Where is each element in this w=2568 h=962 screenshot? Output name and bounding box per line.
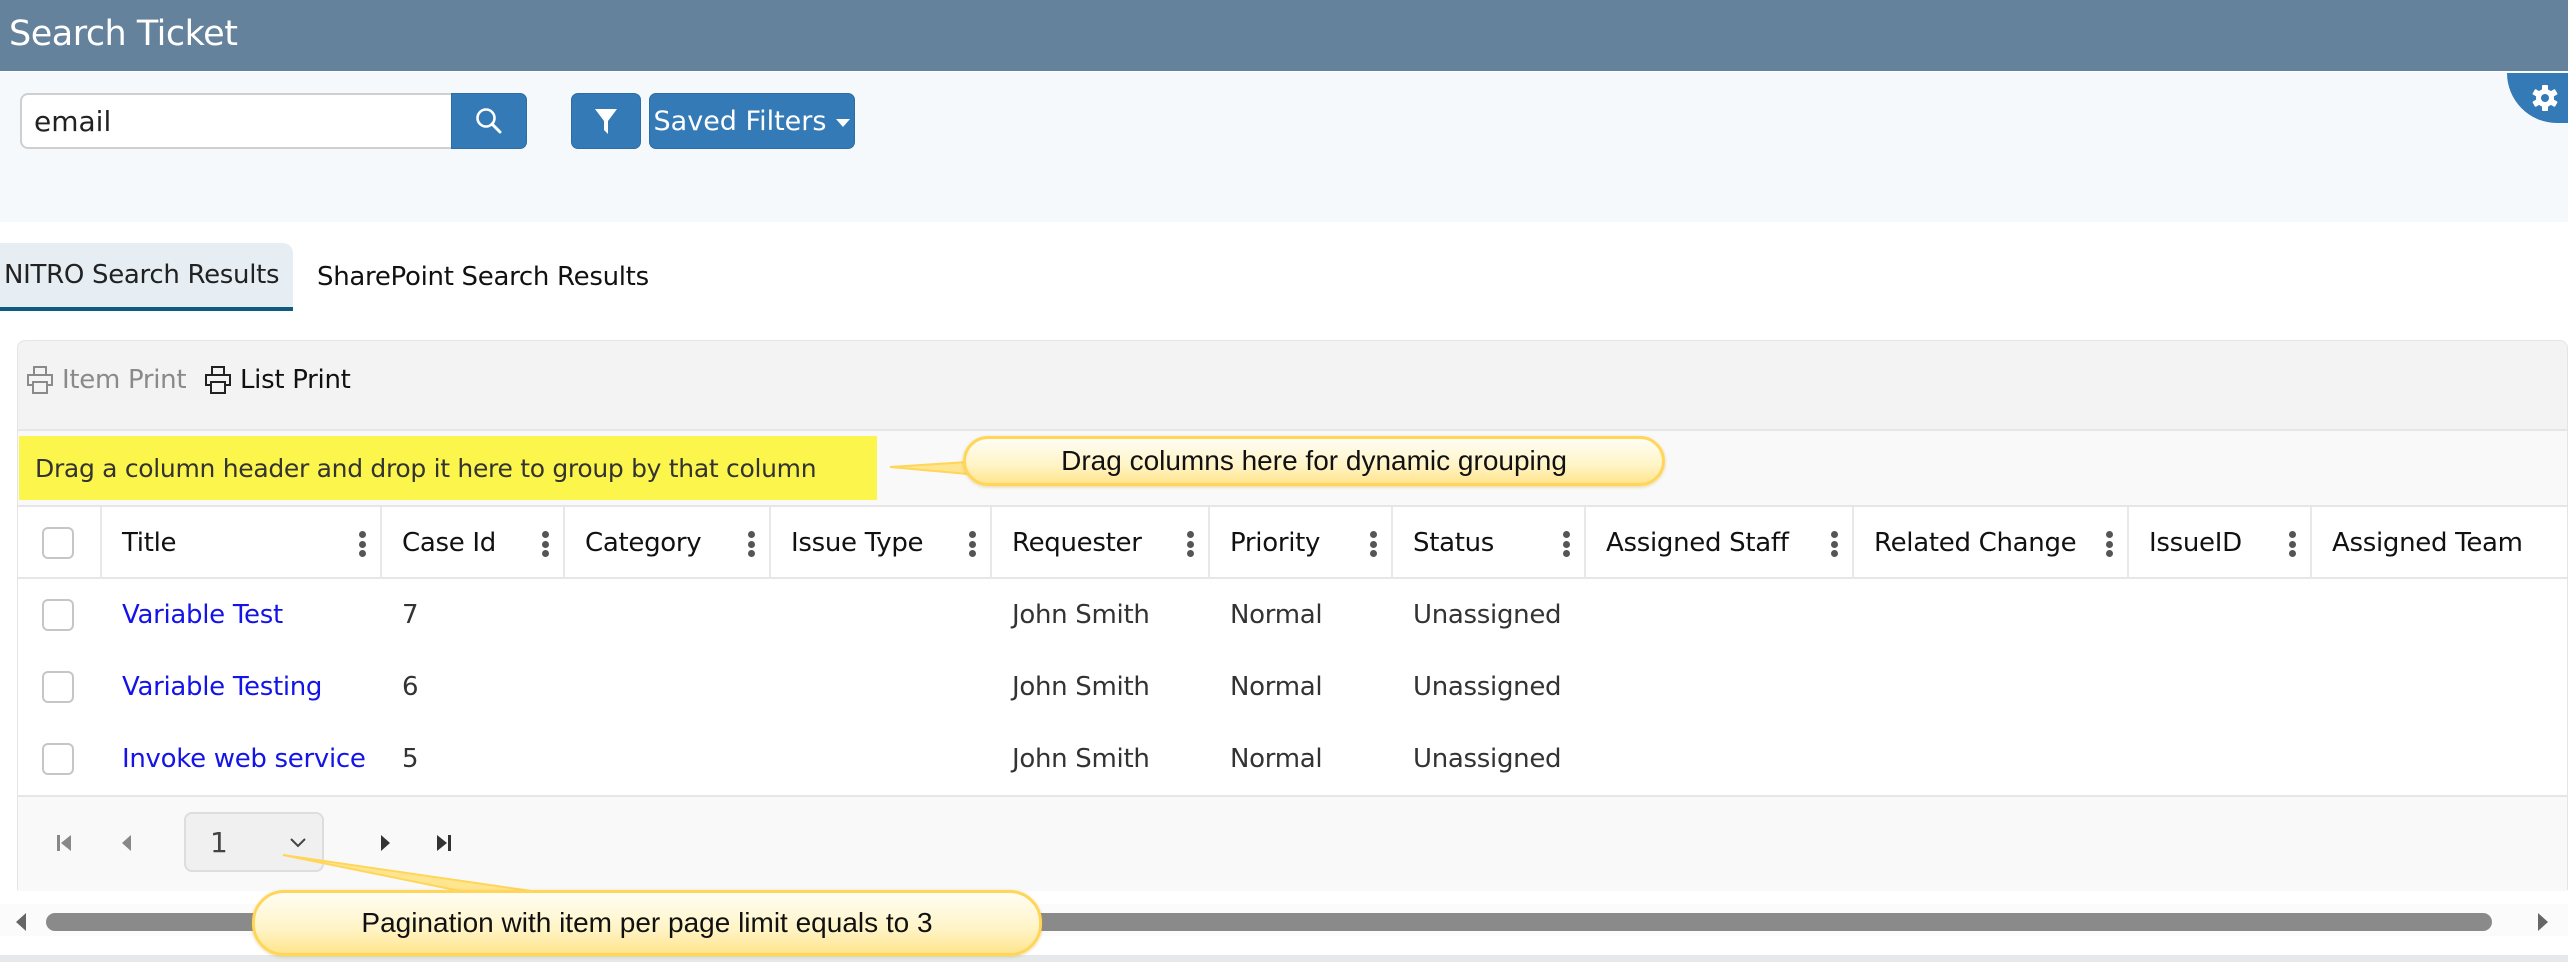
- column-header-title[interactable]: Title: [102, 507, 382, 579]
- cell-title: Variable Testing: [102, 651, 322, 723]
- cell-issue-type: [771, 651, 791, 723]
- item-print-button[interactable]: Item Print: [26, 365, 187, 395]
- column-header-category[interactable]: Category: [565, 507, 771, 579]
- search-panel: Saved Filters: [0, 72, 2568, 222]
- column-menu-icon[interactable]: [1830, 531, 1838, 557]
- cell-case-id: 6: [402, 672, 419, 702]
- cell-category: [565, 651, 585, 723]
- column-menu-icon[interactable]: [968, 531, 976, 557]
- grid-pager: 1: [18, 795, 2567, 891]
- search-icon: [476, 108, 502, 134]
- cell-requester: John Smith: [1012, 672, 1150, 702]
- column-header-related-change[interactable]: Related Change: [1854, 507, 2129, 579]
- printer-icon: [27, 366, 53, 394]
- cell-status: Unassigned: [1413, 744, 1562, 774]
- cell-case-id: 5: [402, 744, 419, 774]
- cell-case-id: 7: [402, 600, 419, 630]
- scroll-right-arrow-icon[interactable]: [2538, 913, 2548, 931]
- ticket-title-link[interactable]: Variable Testing: [122, 672, 322, 702]
- pagination-annotation-callout: Pagination with item per page limit equa…: [252, 890, 1042, 956]
- previous-page-icon: [122, 835, 131, 851]
- cell-priority: Normal: [1230, 600, 1323, 630]
- grid-header-row: Title Case Id Category Issue Type Reques…: [18, 505, 2567, 579]
- bottom-divider: [0, 955, 2568, 962]
- last-page-icon: [437, 835, 451, 851]
- next-page-button[interactable]: [376, 833, 396, 853]
- column-menu-icon[interactable]: [2288, 531, 2296, 557]
- column-header-assigned-staff[interactable]: Assigned Staff: [1586, 507, 1854, 579]
- cell-status: Unassigned: [1413, 600, 1562, 630]
- cell-requester: John Smith: [1012, 744, 1150, 774]
- tab-nitro-search-results[interactable]: NITRO Search Results: [0, 243, 293, 311]
- row-checkbox[interactable]: [42, 599, 74, 631]
- row-checkbox[interactable]: [42, 671, 74, 703]
- cell-title: Invoke web service: [102, 723, 366, 795]
- row-select-cell: [18, 723, 74, 795]
- column-header-priority[interactable]: Priority: [1210, 507, 1393, 579]
- chevron-down-icon: [290, 838, 306, 848]
- grid-toolbar: Item Print List Print: [18, 341, 2567, 429]
- row-select-cell: [18, 579, 74, 651]
- select-all-cell: [18, 507, 102, 579]
- item-print-label: Item Print: [62, 365, 187, 395]
- last-page-button[interactable]: [434, 833, 454, 853]
- column-header-issueid[interactable]: IssueID: [2129, 507, 2312, 579]
- row-checkbox[interactable]: [42, 743, 74, 775]
- column-header-status[interactable]: Status: [1393, 507, 1586, 579]
- column-menu-icon[interactable]: [1369, 531, 1377, 557]
- previous-page-button[interactable]: [116, 833, 136, 853]
- group-zone-hint: Drag a column header and drop it here to…: [19, 436, 877, 500]
- table-row[interactable]: Invoke web service 5 John Smith Normal U…: [18, 723, 2567, 795]
- caret-down-icon: [836, 118, 851, 127]
- next-page-icon: [381, 835, 390, 851]
- cell-status: Unassigned: [1413, 672, 1562, 702]
- saved-filters-dropdown[interactable]: Saved Filters: [649, 93, 855, 149]
- cell-requester: John Smith: [1012, 600, 1150, 630]
- column-header-assigned-team[interactable]: Assigned Team: [2312, 507, 2568, 579]
- row-select-cell: [18, 651, 74, 723]
- column-header-requester[interactable]: Requester: [992, 507, 1210, 579]
- search-button[interactable]: [451, 93, 527, 149]
- first-page-button[interactable]: [54, 833, 74, 853]
- printer-icon: [205, 366, 231, 394]
- table-row[interactable]: Variable Test 7 John Smith Normal Unassi…: [18, 579, 2567, 651]
- select-all-checkbox[interactable]: [42, 527, 74, 559]
- results-grid: Item Print List Print Drag a column head…: [17, 340, 2568, 891]
- page-header: Search Ticket: [0, 0, 2568, 71]
- column-header-issue-type[interactable]: Issue Type: [771, 507, 992, 579]
- cell-category: [565, 723, 585, 795]
- ticket-title-link[interactable]: Invoke web service: [122, 744, 366, 774]
- saved-filters-label: Saved Filters: [653, 105, 827, 137]
- cell-issue-type: [771, 723, 791, 795]
- cell-priority: Normal: [1230, 672, 1323, 702]
- cell-category: [565, 579, 585, 651]
- gear-icon: [2532, 85, 2558, 111]
- cell-title: Variable Test: [102, 579, 283, 651]
- grouping-annotation-callout: Drag columns here for dynamic grouping: [963, 436, 1665, 486]
- column-menu-icon[interactable]: [358, 531, 366, 557]
- filter-icon: [595, 109, 617, 134]
- first-page-icon: [57, 835, 71, 851]
- column-menu-icon[interactable]: [2105, 531, 2113, 557]
- column-menu-icon[interactable]: [1186, 531, 1194, 557]
- cell-priority: Normal: [1230, 744, 1323, 774]
- scroll-left-arrow-icon[interactable]: [16, 913, 26, 931]
- page-number-select[interactable]: 1: [184, 812, 324, 872]
- page-title: Search Ticket: [9, 14, 238, 54]
- filter-button[interactable]: [571, 93, 641, 149]
- table-row[interactable]: Variable Testing 6 John Smith Normal Una…: [18, 651, 2567, 723]
- column-menu-icon[interactable]: [1562, 531, 1570, 557]
- list-print-button[interactable]: List Print: [204, 365, 351, 395]
- ticket-title-link[interactable]: Variable Test: [122, 600, 283, 630]
- column-menu-icon[interactable]: [541, 531, 549, 557]
- search-input[interactable]: [20, 93, 456, 149]
- column-header-case-id[interactable]: Case Id: [382, 507, 565, 579]
- grid-body: Variable Test 7 John Smith Normal Unassi…: [18, 579, 2567, 795]
- cell-issue-type: [771, 579, 791, 651]
- current-page-value: 1: [210, 825, 228, 859]
- tab-sharepoint-search-results[interactable]: SharePoint Search Results: [317, 243, 657, 311]
- list-print-label: List Print: [240, 365, 351, 395]
- column-menu-icon[interactable]: [747, 531, 755, 557]
